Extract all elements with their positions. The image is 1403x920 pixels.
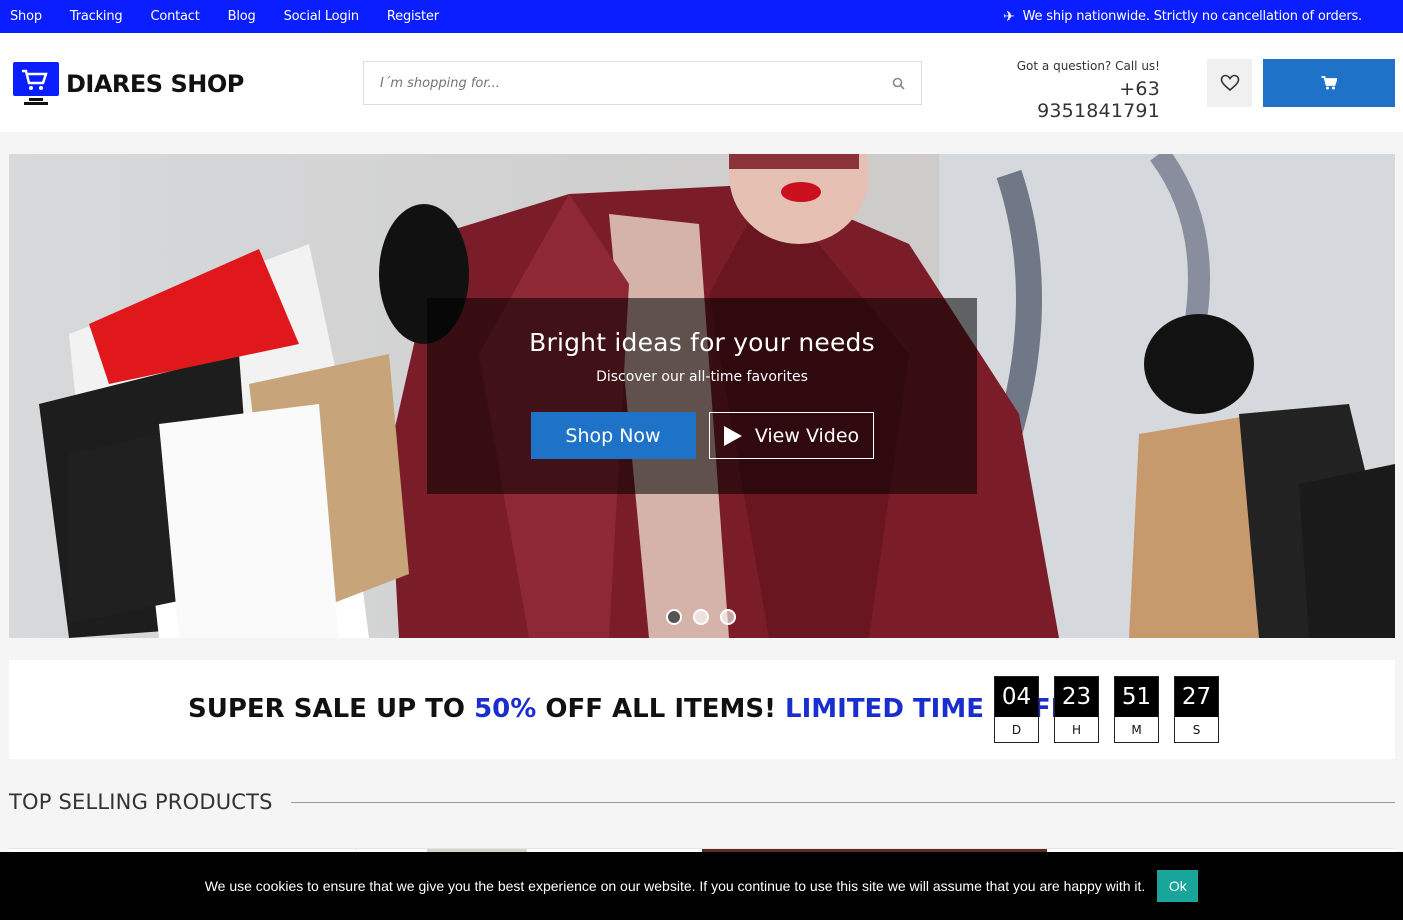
airplane-icon: ✈ [1003,8,1015,25]
top-selling-heading: TOP SELLING PRODUCTS [9,790,1395,814]
nav-tracking[interactable]: Tracking [70,9,123,24]
search-input[interactable] [364,62,875,104]
slider-dot-1[interactable] [666,609,682,625]
ship-notice-text: We ship nationwide. Strictly no cancella… [1022,9,1363,24]
countdown-minutes-value: 51 [1115,677,1158,717]
top-bar: Shop Tracking Contact Blog Social Login … [0,0,1403,33]
countdown-hours: 23 H [1054,676,1099,743]
countdown-minutes: 51 M [1114,676,1159,743]
cookie-ok-button[interactable]: Ok [1157,870,1199,902]
slider-dot-2[interactable] [693,609,709,625]
section-divider [290,801,1395,803]
contact-info: Got a question? Call us! +63 9351841791 [1000,59,1160,122]
heart-icon [1220,74,1239,92]
view-video-label: View Video [754,424,860,447]
countdown-seconds-value: 27 [1175,677,1218,717]
hero-title: Bright ideas for your needs [529,328,875,357]
cart-icon [1321,76,1337,90]
nav-shop[interactable]: Shop [10,9,42,24]
sale-banner: SUPER SALE UP TO 50% OFF ALL ITEMS! LIMI… [9,660,1395,759]
contact-question: Got a question? Call us! [1016,59,1160,73]
nav-register[interactable]: Register [387,9,439,24]
cookie-banner: We use cookies to ensure that we give yo… [0,852,1403,920]
hero-subtitle: Discover our all-time favorites [596,369,808,385]
site-header: DIARES SHOP Got a question? Call us! +63… [0,33,1403,132]
play-icon [723,425,742,446]
hero-slider: Bright ideas for your needs Discover our… [9,154,1395,638]
sale-text: SUPER SALE UP TO 50% OFF ALL ITEMS! LIMI… [188,694,1088,724]
search-bar [363,61,922,105]
countdown-seconds: 27 S [1174,676,1219,743]
countdown-seconds-label: S [1175,717,1218,742]
top-nav: Shop Tracking Contact Blog Social Login … [10,9,467,24]
countdown-hours-value: 23 [1055,677,1098,717]
contact-phone[interactable]: +63 9351841791 [1000,78,1160,122]
slider-dot-3[interactable] [720,609,736,625]
slider-dots [666,609,736,625]
cookie-message: We use cookies to ensure that we give yo… [204,878,1146,894]
shop-now-button[interactable]: Shop Now [530,412,696,459]
hero-caption: Bright ideas for your needs Discover our… [427,298,977,494]
sale-text-part1: SUPER SALE UP TO [188,694,475,724]
cart-button[interactable] [1263,59,1395,107]
nav-contact[interactable]: Contact [150,9,199,24]
sale-percent: 50% [474,694,537,724]
cart-monitor-logo-icon [13,62,59,105]
countdown-timer: 04 D 23 H 51 M 27 S [994,676,1219,743]
ship-notice: ✈ We ship nationwide. Strictly no cancel… [1003,9,1362,25]
countdown-days-label: D [995,717,1038,742]
sale-text-part2: OFF ALL ITEMS! [536,694,786,724]
nav-blog[interactable]: Blog [228,9,256,24]
countdown-days: 04 D [994,676,1039,743]
hero-buttons: Shop Now View Video [427,412,977,459]
search-icon[interactable] [875,77,921,90]
section-title: TOP SELLING PRODUCTS [9,790,273,814]
nav-social-login[interactable]: Social Login [284,9,360,24]
site-logo[interactable]: DIARES SHOP [12,61,244,107]
countdown-days-value: 04 [995,677,1038,717]
view-video-button[interactable]: View Video [708,412,874,459]
countdown-hours-label: H [1055,717,1098,742]
wishlist-button[interactable] [1207,59,1252,107]
logo-text: DIARES SHOP [66,70,244,98]
countdown-minutes-label: M [1115,717,1158,742]
